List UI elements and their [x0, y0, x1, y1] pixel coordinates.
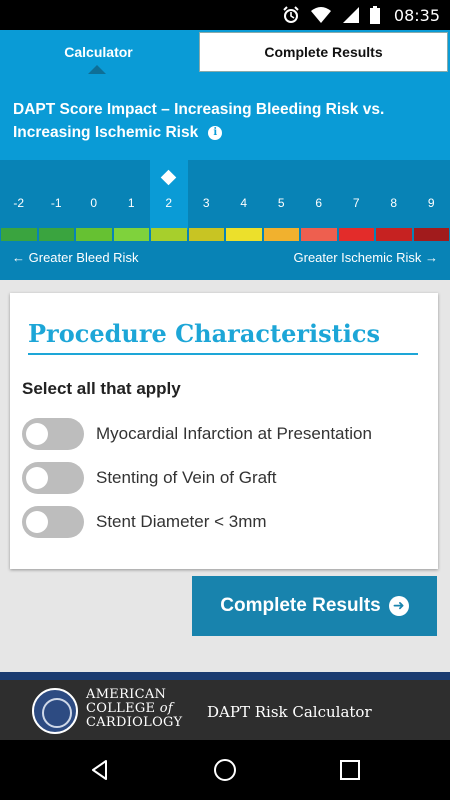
select-instruction: Select all that apply [22, 379, 181, 398]
tab-bar: Calculator Complete Results [0, 30, 450, 74]
complete-results-label: Complete Results [220, 595, 381, 616]
score-marker-diamond-icon [160, 169, 177, 186]
card-title: Procedure Characteristics [28, 319, 380, 348]
greater-bleed-risk-label: Greater Bleed Risk [28, 250, 139, 265]
score-cell: 0 [75, 160, 113, 230]
toggle-knob [26, 511, 48, 533]
dapt-score-panel: DAPT Score Impact – Increasing Bleeding … [0, 74, 450, 280]
risk-color-bar [76, 228, 112, 241]
score-label: -1 [50, 196, 62, 210]
risk-color-bar [1, 228, 37, 241]
score-label: 2 [165, 196, 173, 210]
score-label: 9 [427, 196, 435, 210]
dapt-score-scale: -2 -1 0 1 2 3 4 5 6 7 8 9 ← Greater Bleed Risk Grea… [0, 160, 450, 280]
footer: AMERICAN COLLEGE of CARDIOLOGY DAPT Risk… [0, 680, 450, 740]
risk-color-bar [38, 228, 74, 241]
back-icon[interactable] [88, 758, 112, 782]
option-label: Stent Diameter < 3mm [96, 512, 267, 531]
arrow-left-icon: ← [12, 250, 25, 265]
dapt-score-title-text: DAPT Score Impact – Increasing Bleeding … [13, 101, 385, 141]
tab-calculator-label: Calculator [64, 44, 133, 60]
org-line-2b: of [159, 701, 174, 716]
score-cell: 8 [375, 160, 413, 230]
procedure-characteristics-card: Procedure Characteristics Select all tha… [10, 293, 438, 569]
score-row: -2 -1 0 1 2 3 4 5 6 7 8 9 [0, 160, 450, 230]
risk-color-bar [263, 228, 299, 241]
risk-color-bar [113, 228, 149, 241]
stent-diameter-toggle[interactable] [22, 506, 84, 538]
wifi-icon [311, 7, 331, 23]
score-cell: 5 [263, 160, 301, 230]
footer-accent-line [0, 672, 450, 680]
score-label: 5 [277, 196, 285, 210]
score-cell: 1 [113, 160, 151, 230]
greater-bleed-risk: ← Greater Bleed Risk [12, 250, 138, 265]
risk-color-bar [151, 228, 187, 241]
score-cell: -1 [38, 160, 76, 230]
alarm-icon [283, 6, 299, 23]
score-label: 6 [315, 196, 323, 210]
risk-color-bar [301, 228, 337, 241]
signal-icon [343, 7, 359, 23]
risk-color-bar [413, 228, 449, 241]
complete-results-button[interactable]: Complete Results ➜ [192, 576, 437, 636]
option-vein-graft-stenting[interactable]: Stenting of Vein of Graft [22, 462, 422, 496]
org-line-3: CARDIOLOGY [86, 715, 183, 730]
org-line-2: COLLEGE of [86, 702, 182, 716]
arrow-right-circle-icon: ➜ [388, 596, 409, 616]
score-cell: -2 [0, 160, 38, 230]
title-divider [28, 353, 418, 355]
risk-color-bar [188, 228, 224, 241]
vein-graft-toggle[interactable] [22, 462, 84, 494]
score-label: 7 [352, 196, 360, 210]
score-cell: 7 [338, 160, 376, 230]
status-bar: 08:35 [0, 0, 450, 30]
score-label: 3 [202, 196, 210, 210]
toggle-knob [26, 423, 48, 445]
acc-seal-logo [32, 688, 78, 734]
dapt-score-title: DAPT Score Impact – Increasing Bleeding … [13, 98, 433, 144]
score-cell: 6 [300, 160, 338, 230]
tab-complete-results[interactable]: Complete Results [199, 32, 448, 72]
tab-complete-results-label: Complete Results [264, 44, 383, 60]
score-cell: 4 [225, 160, 263, 230]
option-stent-diameter[interactable]: Stent Diameter < 3mm [22, 506, 422, 540]
score-label: 0 [90, 196, 98, 210]
clock: 08:35 [393, 6, 440, 25]
org-line-1: AMERICAN [86, 687, 167, 702]
score-label: -2 [13, 196, 25, 210]
score-cell: 9 [413, 160, 450, 230]
home-icon[interactable] [213, 758, 237, 782]
risk-color-bar [338, 228, 374, 241]
score-cell: 3 [188, 160, 226, 230]
system-nav-bar [0, 740, 450, 800]
active-tab-pointer [88, 65, 106, 74]
risk-direction-row: ← Greater Bleed Risk Greater Ischemic Ri… [0, 250, 450, 270]
battery-icon [370, 6, 380, 24]
greater-ischemic-risk-label: Greater Ischemic Risk [293, 250, 422, 265]
tab-calculator[interactable]: Calculator [0, 30, 197, 74]
option-myocardial-infarction[interactable]: Myocardial Infarction at Presentation [22, 418, 422, 452]
recents-icon[interactable] [338, 758, 362, 782]
arrow-right-icon: → [425, 250, 438, 265]
status-icons [282, 5, 380, 25]
option-label: Myocardial Infarction at Presentation [96, 424, 372, 443]
info-icon[interactable]: i [208, 125, 223, 140]
score-label: 8 [390, 196, 398, 210]
option-label: Stenting of Vein of Graft [96, 468, 277, 487]
org-line-2a: COLLEGE [86, 701, 160, 716]
score-cell: 2 [150, 160, 188, 230]
risk-color-bar [226, 228, 262, 241]
app-name: DAPT Risk Calculator [207, 703, 372, 721]
risk-color-bars [0, 228, 450, 242]
score-label: 1 [127, 196, 135, 210]
score-label: 4 [240, 196, 248, 210]
toggle-knob [26, 467, 48, 489]
acc-logo-text: AMERICAN COLLEGE of CARDIOLOGY [86, 688, 182, 730]
greater-ischemic-risk: Greater Ischemic Risk → [294, 250, 439, 265]
risk-color-bar [376, 228, 412, 241]
myocardial-infarction-toggle[interactable] [22, 418, 84, 450]
